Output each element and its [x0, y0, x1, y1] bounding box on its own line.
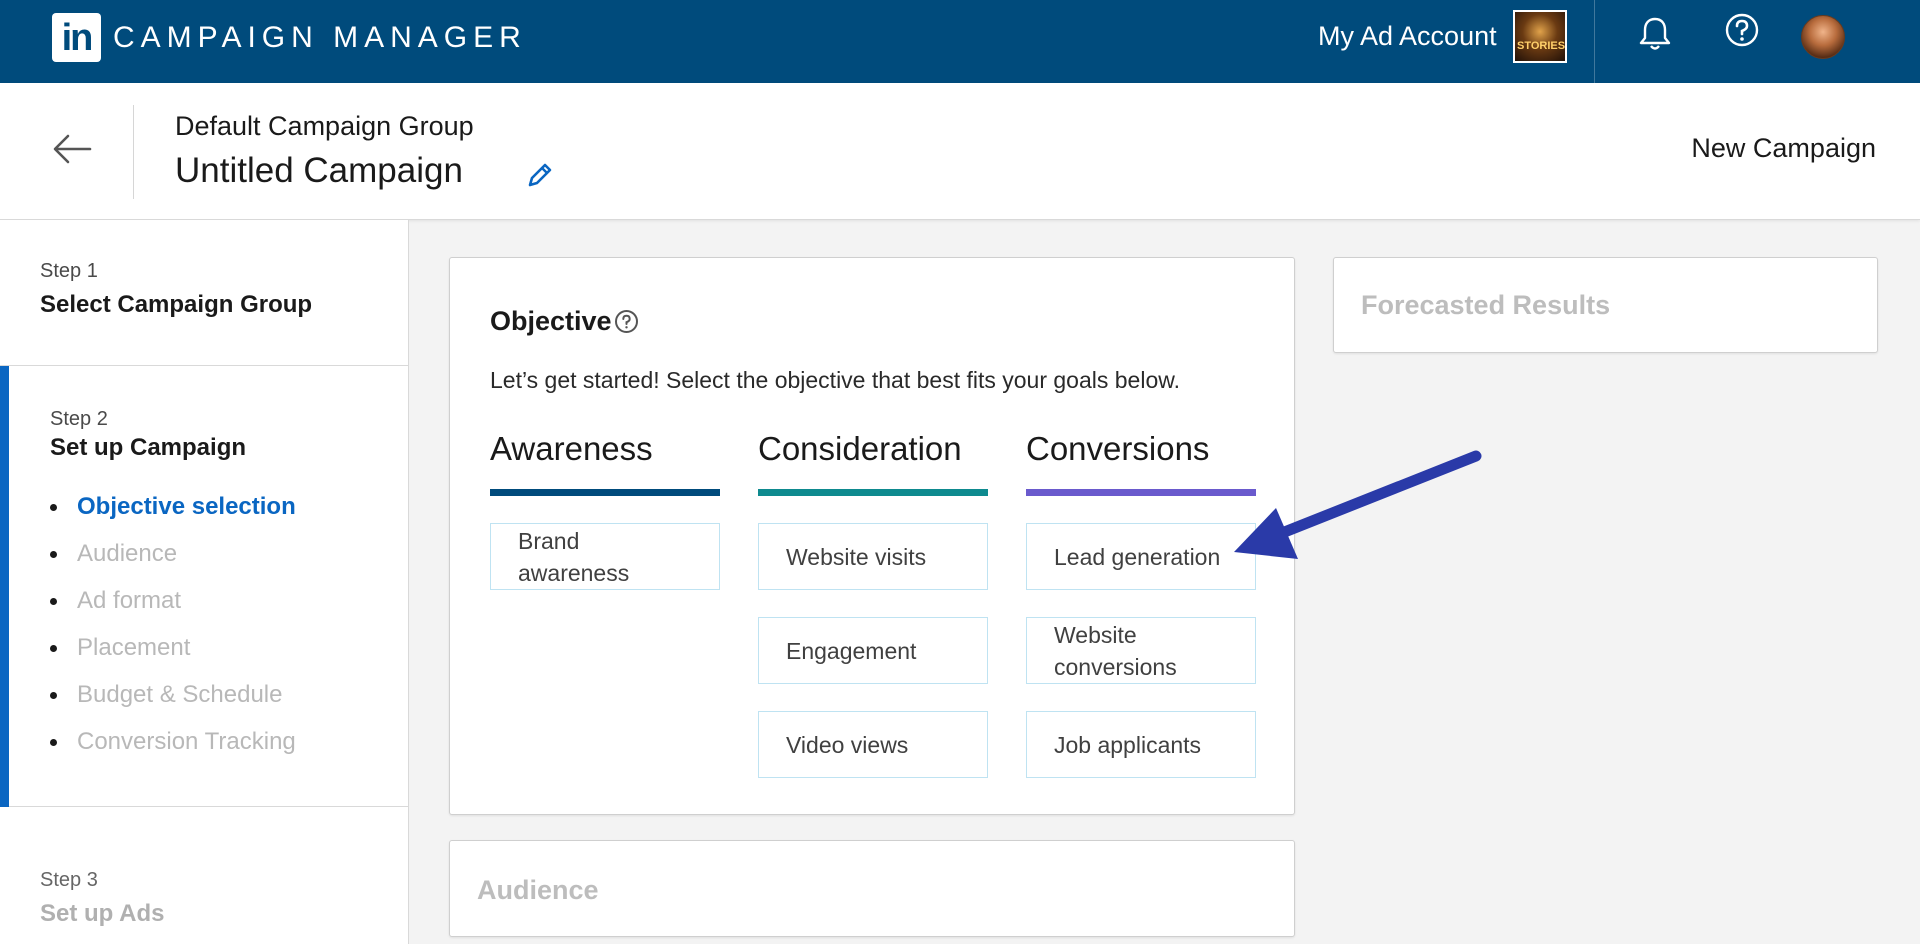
substep-audience: Audience	[50, 539, 296, 586]
account-name[interactable]: My Ad Account	[1318, 18, 1497, 54]
awareness-color-bar	[490, 489, 720, 496]
objective-description: Let’s get started! Select the objective …	[490, 367, 1180, 393]
top-navigation-bar: in CAMPAIGN MANAGER My Ad Account STORIE…	[0, 0, 1920, 83]
step-2: Step 2 Set up Campaign Objective selecti…	[0, 366, 408, 807]
forecasted-results-title: Forecasted Results	[1361, 290, 1611, 320]
substep-conversion-tracking: Conversion Tracking	[50, 727, 296, 774]
option-video-views[interactable]: Video views	[758, 711, 988, 778]
option-engagement[interactable]: Engagement	[758, 617, 988, 684]
column-title-consideration: Consideration	[758, 430, 962, 467]
column-title-awareness: Awareness	[490, 430, 653, 467]
option-website-visits[interactable]: Website visits	[758, 523, 988, 590]
bell-icon[interactable]	[1638, 16, 1672, 52]
campaign-name: Untitled Campaign	[175, 151, 463, 190]
objective-title: Objective	[490, 306, 612, 336]
objective-card: Objective Let’s get started! Select the …	[449, 257, 1295, 815]
product-name: CAMPAIGN MANAGER	[113, 21, 527, 54]
substep-placement: Placement	[50, 633, 296, 680]
help-circle-icon[interactable]	[614, 309, 639, 334]
conversions-color-bar	[1026, 489, 1256, 496]
audience-card[interactable]: Audience	[449, 840, 1295, 937]
step-1[interactable]: Step 1 Select Campaign Group	[0, 220, 408, 366]
option-website-conversions[interactable]: Website conversions	[1026, 617, 1256, 684]
step-1-label: Step 1	[40, 260, 98, 282]
step-3-label: Step 3	[40, 869, 98, 891]
option-brand-awareness[interactable]: Brand awareness	[490, 523, 720, 590]
forecasted-results-card: Forecasted Results	[1333, 257, 1878, 353]
substep-list: Objective selection Audience Ad format P…	[50, 492, 296, 774]
option-job-applicants[interactable]: Job applicants	[1026, 711, 1256, 778]
step-2-label: Step 2	[50, 408, 108, 430]
campaign-header: Default Campaign Group Untitled Campaign…	[0, 83, 1920, 220]
annotation-arrow-icon	[1234, 450, 1482, 559]
option-lead-generation[interactable]: Lead generation	[1026, 523, 1256, 590]
consideration-column: Consideration Website visits Engagement …	[758, 428, 988, 805]
awareness-column: Awareness Brand awareness	[490, 428, 720, 617]
new-campaign-label: New Campaign	[1691, 133, 1876, 163]
linkedin-logo-icon[interactable]: in	[52, 13, 101, 62]
column-title-conversions: Conversions	[1026, 430, 1210, 467]
consideration-color-bar	[758, 489, 988, 496]
step-3: Step 3 Set up Ads	[0, 807, 408, 944]
step-3-title: Set up Ads	[40, 900, 165, 927]
help-icon[interactable]	[1724, 12, 1760, 48]
back-arrow-icon[interactable]	[50, 127, 94, 171]
header-divider	[133, 105, 134, 199]
topbar-divider	[1594, 0, 1595, 83]
substep-budget-schedule: Budget & Schedule	[50, 680, 296, 727]
step-2-title: Set up Campaign	[50, 434, 247, 461]
step-1-title: Select Campaign Group	[40, 291, 313, 318]
account-thumb-text: STORIES	[1517, 40, 1566, 52]
pencil-icon[interactable]	[525, 160, 555, 190]
audience-card-title: Audience	[477, 875, 599, 905]
active-step-indicator	[0, 366, 9, 807]
avatar[interactable]	[1801, 15, 1845, 59]
steps-sidebar: Step 1 Select Campaign Group Step 2 Set …	[0, 220, 409, 944]
account-thumbnail[interactable]: STORIES	[1513, 10, 1567, 63]
substep-objective-selection[interactable]: Objective selection	[50, 492, 296, 539]
substep-ad-format: Ad format	[50, 586, 296, 633]
campaign-group-name: Default Campaign Group	[175, 111, 474, 141]
conversions-column: Conversions Lead generation Website conv…	[1026, 428, 1256, 805]
